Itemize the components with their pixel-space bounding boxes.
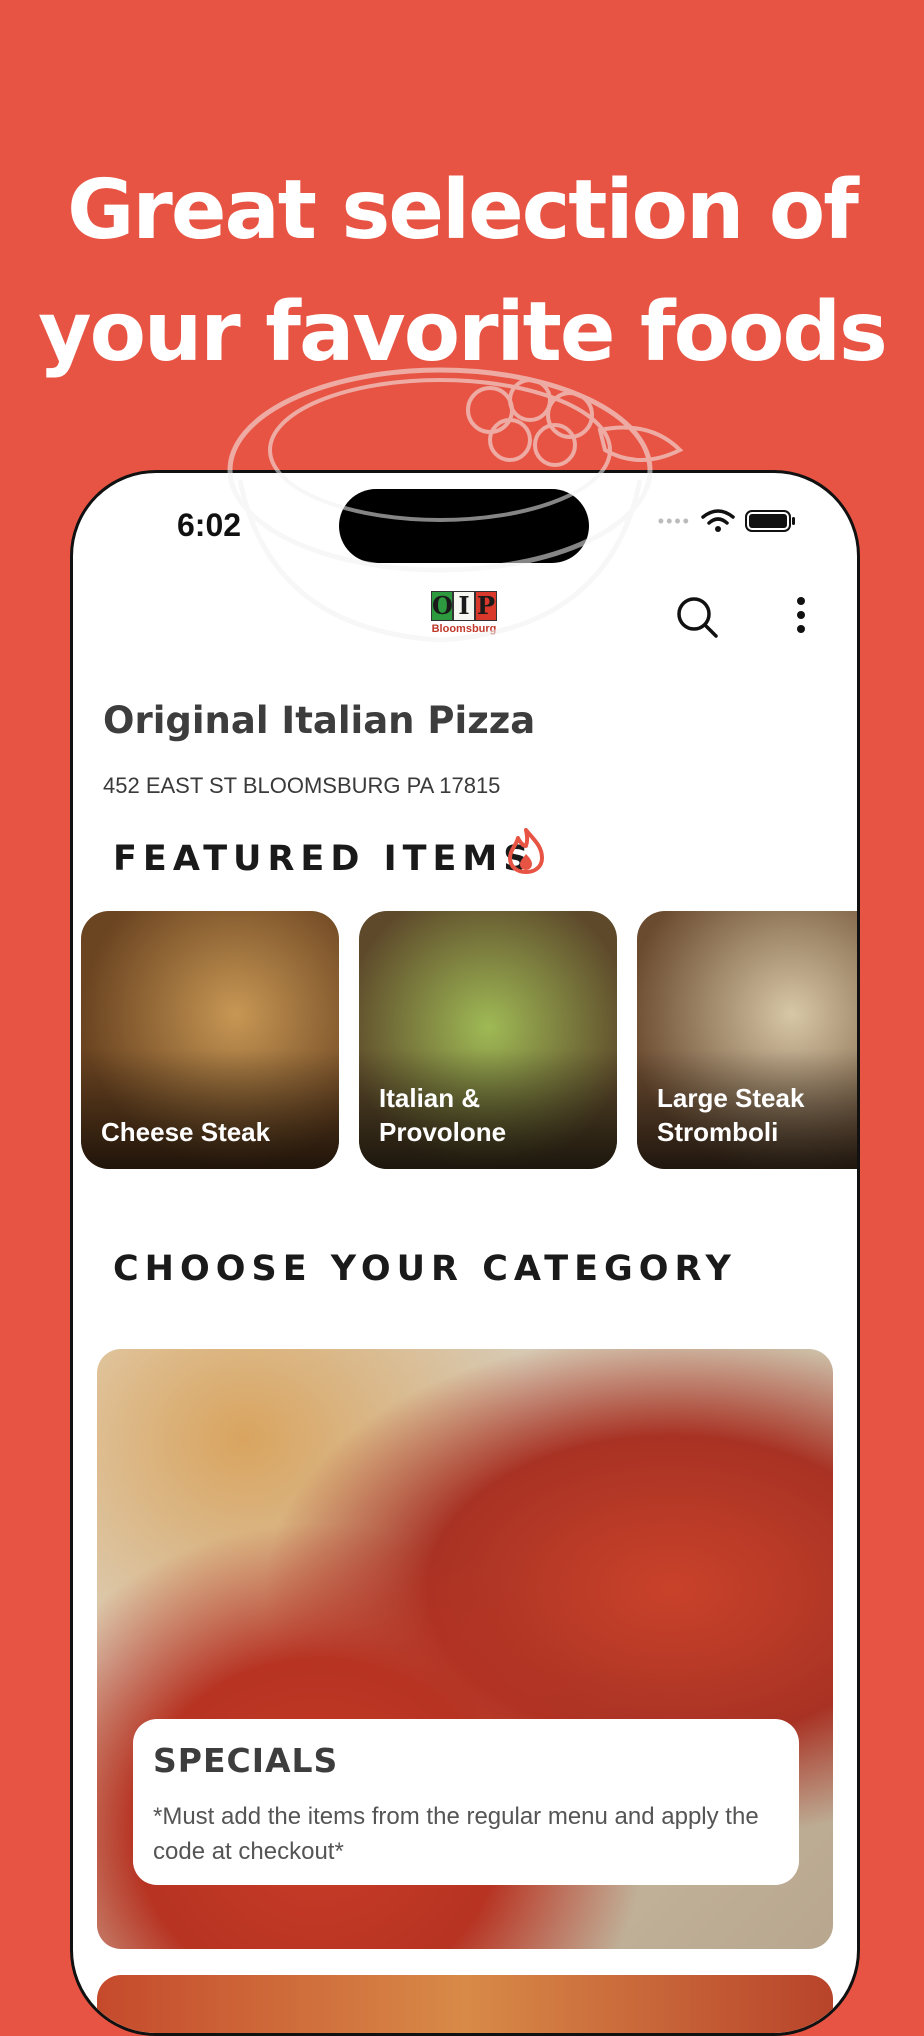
- promo-headline: Great selection of your favorite foods: [0, 150, 924, 394]
- store-name: Original Italian Pizza: [103, 699, 536, 742]
- featured-card-label: Large Steak Stromboli: [657, 1083, 805, 1147]
- category-title: SPECIALS: [153, 1741, 339, 1780]
- category-description: *Must add the items from the regular men…: [153, 1803, 759, 1865]
- more-options-button[interactable]: [793, 593, 809, 642]
- category-info-panel: SPECIALS *Must add the items from the re…: [133, 1719, 799, 1885]
- category-card-next[interactable]: [97, 1975, 833, 2033]
- more-vertical-icon: [797, 597, 805, 633]
- card-shade: [81, 1049, 339, 1169]
- choose-category-title: CHOOSE YOUR CATEGORY: [113, 1249, 737, 1289]
- featured-card-large-steak-stromboli[interactable]: Large Steak Stromboli: [637, 911, 857, 1169]
- fire-icon: [508, 828, 544, 874]
- phone-frame: 6:02 •••• O I P Bloomsburg Original Ital…: [70, 470, 860, 2036]
- headline-line-1: Great selection of: [67, 163, 859, 258]
- store-address: 452 EAST ST BLOOMSBURG PA 17815: [103, 773, 501, 798]
- featured-card-label: Cheese Steak: [101, 1117, 271, 1147]
- featured-card-italian-provolone[interactable]: Italian & Provolone: [359, 911, 617, 1169]
- featured-card-cheese-steak[interactable]: Cheese Steak: [81, 911, 339, 1169]
- battery-icon: [745, 510, 795, 532]
- headline-line-2: your favorite foods: [38, 285, 888, 380]
- featured-card-label: Italian & Provolone: [379, 1083, 507, 1147]
- category-card-specials[interactable]: SPECIALS *Must add the items from the re…: [97, 1349, 833, 1949]
- featured-items-row[interactable]: Cheese Steak Italian & Provolone Large S…: [81, 911, 857, 1169]
- featured-items-title: FEATURED ITEMS: [113, 839, 535, 879]
